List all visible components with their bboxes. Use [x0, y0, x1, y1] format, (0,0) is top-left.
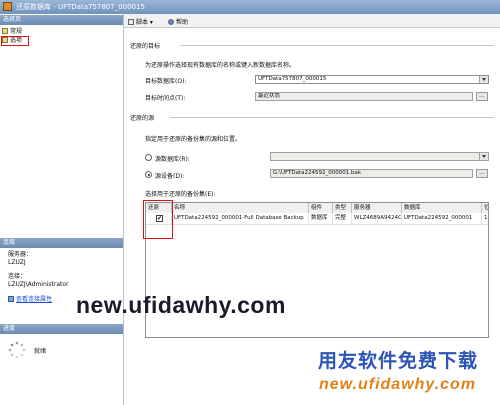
chevron-down-icon[interactable] [479, 76, 488, 83]
from-device-field[interactable]: G:\UFTData224592_000001.bak [270, 169, 473, 178]
script-icon [128, 19, 134, 25]
toolbar: 脚本 ▾ 帮助 [124, 14, 500, 28]
script-label: 脚本 [136, 19, 149, 26]
from-device-value: G:\UFTData224592_000001.bak [273, 170, 362, 176]
help-button[interactable]: 帮助 [168, 17, 188, 26]
source-description: 指定用于还原的备份集的源和位置。 [145, 136, 242, 143]
watermark-url: new.ufidawhy.com [76, 292, 286, 318]
target-description: 为还原操作选择现有数据库的名称或键入新数据库名称。 [145, 62, 296, 69]
page-icon [2, 28, 8, 34]
target-time-field[interactable]: 最近状态 [255, 92, 473, 101]
from-database-combobox[interactable] [270, 152, 489, 161]
progress-spinner-icon [8, 341, 26, 359]
help-icon [168, 19, 174, 25]
section-divider [170, 117, 494, 118]
section-divider [180, 45, 494, 46]
server-value: LZUZJ [8, 259, 26, 266]
target-database-combobox[interactable]: UFTData757807_000015 [255, 75, 489, 84]
select-page-header: 选择页 [0, 15, 123, 25]
target-section-title: 还原的目标 [130, 43, 161, 50]
progress-header: 进度 [0, 324, 123, 334]
nav-item-general-label: 常规 [10, 28, 23, 35]
column-header-name[interactable]: 名称 [172, 203, 309, 213]
target-database-label: 目标数据库(O): [145, 78, 187, 85]
view-connection-properties[interactable]: 查看连接属性 [8, 296, 52, 304]
backup-sets-label: 选择用于还原的备份集(E): [145, 191, 216, 198]
from-device-label: 源设备(D): [155, 173, 185, 180]
brand-watermark: 用友软件免费下载 [318, 350, 479, 372]
restore-column-highlight-box [143, 200, 173, 239]
from-device-browse-button[interactable]: … [476, 169, 488, 178]
chevron-down-icon[interactable] [479, 153, 488, 160]
position-cell: 1 [482, 213, 488, 224]
brand-watermark-url: new.ufidawhy.com [319, 376, 477, 393]
window-title: 还原数据库 - UFTData757807_000015 [16, 3, 145, 11]
column-header-server[interactable]: 服务器 [352, 203, 402, 213]
target-time-browse-button[interactable]: … [476, 92, 488, 101]
column-header-database[interactable]: 数据库 [402, 203, 482, 213]
target-time-label: 目标时间点(T): [145, 95, 186, 102]
from-database-label: 源数据库(R): [155, 156, 190, 163]
target-database-value: UFTData757807_000015 [258, 76, 327, 82]
properties-icon [8, 296, 14, 302]
column-header-position[interactable]: 位 [482, 203, 488, 213]
script-button[interactable]: 脚本 ▾ [128, 17, 153, 26]
database-cell: UFTData224592_000001 [402, 213, 482, 224]
type-cell: 完整 [333, 213, 352, 224]
server-label: 服务器： [8, 251, 33, 258]
help-label: 帮助 [176, 19, 189, 26]
nav-item-general[interactable]: 常规 [2, 27, 22, 36]
connection-value: LZUZJ\Administrator [8, 281, 69, 288]
connection-label: 连接： [8, 273, 27, 280]
progress-status: 就绪 [34, 348, 47, 355]
left-pane: 选择页 常规 选项 连接 服务器： LZUZJ 连接： LZUZJ\Admini… [0, 14, 124, 405]
name-cell: UFTData224592_000001-Full Database Backu… [172, 213, 309, 224]
table-row[interactable]: ✔ UFTData224592_000001-Full Database Bac… [146, 213, 488, 225]
source-section-title: 还原的源 [130, 115, 155, 122]
column-header-type[interactable]: 类型 [333, 203, 352, 213]
from-device-radio[interactable] [145, 171, 152, 178]
connection-header: 连接 [0, 238, 123, 248]
view-connection-link[interactable]: 查看连接属性 [16, 296, 52, 303]
column-header-component[interactable]: 组件 [309, 203, 333, 213]
from-database-radio[interactable] [145, 154, 152, 161]
server-cell: WLZ4689A9424CC [352, 213, 402, 224]
window-title-bar[interactable]: 还原数据库 - UFTData757807_000015 [0, 0, 500, 14]
options-highlight-box [1, 36, 29, 46]
component-cell: 数据库 [309, 213, 333, 224]
target-time-value: 最近状态 [258, 93, 281, 99]
database-icon [3, 2, 12, 11]
